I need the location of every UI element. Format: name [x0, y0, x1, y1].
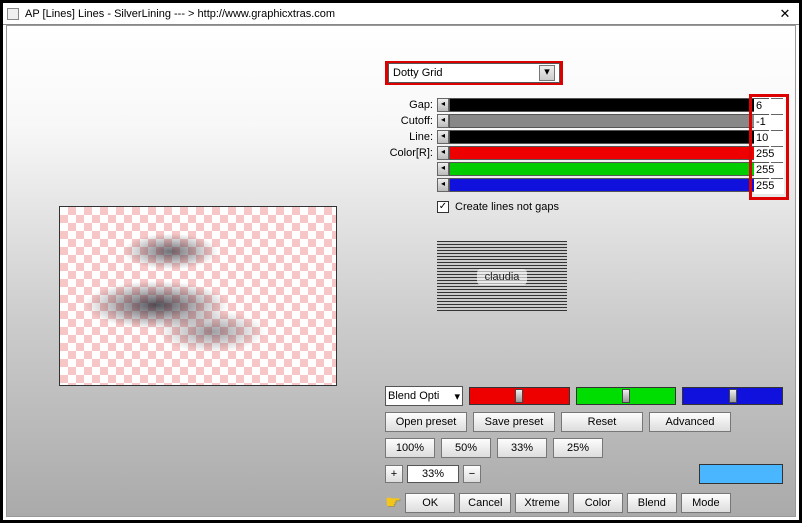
reset-button[interactable]: Reset: [561, 412, 643, 432]
value-column: 6 -1 10 255 255 255: [749, 94, 789, 200]
save-preset-button[interactable]: Save preset: [473, 412, 555, 432]
blend-slider-b[interactable]: [682, 387, 783, 405]
label-color: Color[R]:: [385, 147, 437, 159]
app-body: Dotty Grid ▾ Gap: ◂ ▸ Cutoff: ◂ ▸ Line: …: [6, 25, 796, 517]
label-cutoff: Cutoff:: [385, 115, 437, 127]
preview-image: [60, 207, 336, 385]
dec-gap[interactable]: ◂: [437, 98, 449, 112]
blend-dropdown[interactable]: Blend Opti▾: [385, 386, 463, 406]
percent-row: 100% 50% 33% 25%: [385, 438, 783, 458]
chevron-down-icon: ▾: [454, 390, 460, 403]
chevron-down-icon[interactable]: ▾: [539, 65, 555, 81]
color-swatch[interactable]: [699, 464, 783, 484]
zoom-row: + 33% −: [385, 464, 783, 484]
slider-g[interactable]: [449, 162, 769, 176]
row-color-g: ◂ ▸: [385, 161, 783, 177]
preset-row: Open preset Save preset Reset Advanced: [385, 412, 783, 432]
slider-thumb[interactable]: [729, 389, 737, 403]
slider-rows: Gap: ◂ ▸ Cutoff: ◂ ▸ Line: ◂ ▸ Color[R]:…: [385, 97, 783, 193]
pct-33-button[interactable]: 33%: [497, 438, 547, 458]
dec-line[interactable]: ◂: [437, 130, 449, 144]
zoom-value[interactable]: 33%: [407, 465, 459, 483]
mode-button[interactable]: Mode: [681, 493, 731, 513]
pointing-hand-icon: ☛: [385, 492, 401, 513]
pct-100-button[interactable]: 100%: [385, 438, 435, 458]
value-line[interactable]: 10: [754, 131, 784, 146]
label-line: Line:: [385, 131, 437, 143]
title-bar: AP [Lines] Lines - SilverLining --- > ht…: [3, 3, 799, 25]
dec-r[interactable]: ◂: [437, 146, 449, 160]
zoom-in-button[interactable]: +: [385, 465, 403, 483]
slider-thumb[interactable]: [622, 389, 630, 403]
window: AP [Lines] Lines - SilverLining --- > ht…: [0, 0, 802, 523]
pct-25-button[interactable]: 25%: [553, 438, 603, 458]
slider-thumb[interactable]: [515, 389, 523, 403]
ok-button[interactable]: OK: [405, 493, 455, 513]
preset-dropdown[interactable]: Dotty Grid ▾: [385, 61, 563, 85]
close-icon[interactable]: ✕: [775, 6, 795, 22]
bottom-panel: Blend Opti▾ Open preset Save preset Rese…: [385, 386, 783, 513]
blend-slider-r[interactable]: [469, 387, 570, 405]
slider-r[interactable]: [449, 146, 769, 160]
claudia-logo: claudia: [437, 241, 567, 313]
preset-value: Dotty Grid: [393, 67, 443, 79]
slider-line[interactable]: [449, 130, 769, 144]
dec-b[interactable]: ◂: [437, 178, 449, 192]
checkbox-row: ✓ Create lines not gaps: [437, 201, 559, 213]
blend-row: Blend Opti▾: [385, 386, 783, 406]
app-icon: [7, 8, 19, 20]
color-button[interactable]: Color: [573, 493, 623, 513]
row-color-b: ◂ ▸: [385, 177, 783, 193]
cancel-button[interactable]: Cancel: [459, 493, 511, 513]
slider-b[interactable]: [449, 178, 769, 192]
slider-gap[interactable]: [449, 98, 769, 112]
value-g[interactable]: 255: [754, 163, 784, 178]
pct-50-button[interactable]: 50%: [441, 438, 491, 458]
preview-pane: [59, 206, 337, 386]
row-gap: Gap: ◂ ▸: [385, 97, 783, 113]
dec-cutoff[interactable]: ◂: [437, 114, 449, 128]
dec-g[interactable]: ◂: [437, 162, 449, 176]
row-cutoff: Cutoff: ◂ ▸: [385, 113, 783, 129]
value-r[interactable]: 255: [754, 147, 784, 162]
row-color-r: Color[R]: ◂ ▸: [385, 145, 783, 161]
label-gap: Gap:: [385, 99, 437, 111]
blend-slider-g[interactable]: [576, 387, 677, 405]
row-line: Line: ◂ ▸: [385, 129, 783, 145]
value-gap[interactable]: 6: [754, 99, 784, 114]
xtreme-button[interactable]: Xtreme: [515, 493, 568, 513]
value-cutoff[interactable]: -1: [754, 115, 784, 130]
slider-cutoff[interactable]: [449, 114, 769, 128]
zoom-out-button[interactable]: −: [463, 465, 481, 483]
blend-button[interactable]: Blend: [627, 493, 677, 513]
window-title: AP [Lines] Lines - SilverLining --- > ht…: [25, 8, 775, 20]
action-row: ☛ OK Cancel Xtreme Color Blend Mode: [385, 492, 783, 513]
value-b[interactable]: 255: [754, 179, 784, 194]
open-preset-button[interactable]: Open preset: [385, 412, 467, 432]
checkbox-label: Create lines not gaps: [455, 201, 559, 213]
checkbox-create-lines[interactable]: ✓: [437, 201, 449, 213]
advanced-button[interactable]: Advanced: [649, 412, 731, 432]
